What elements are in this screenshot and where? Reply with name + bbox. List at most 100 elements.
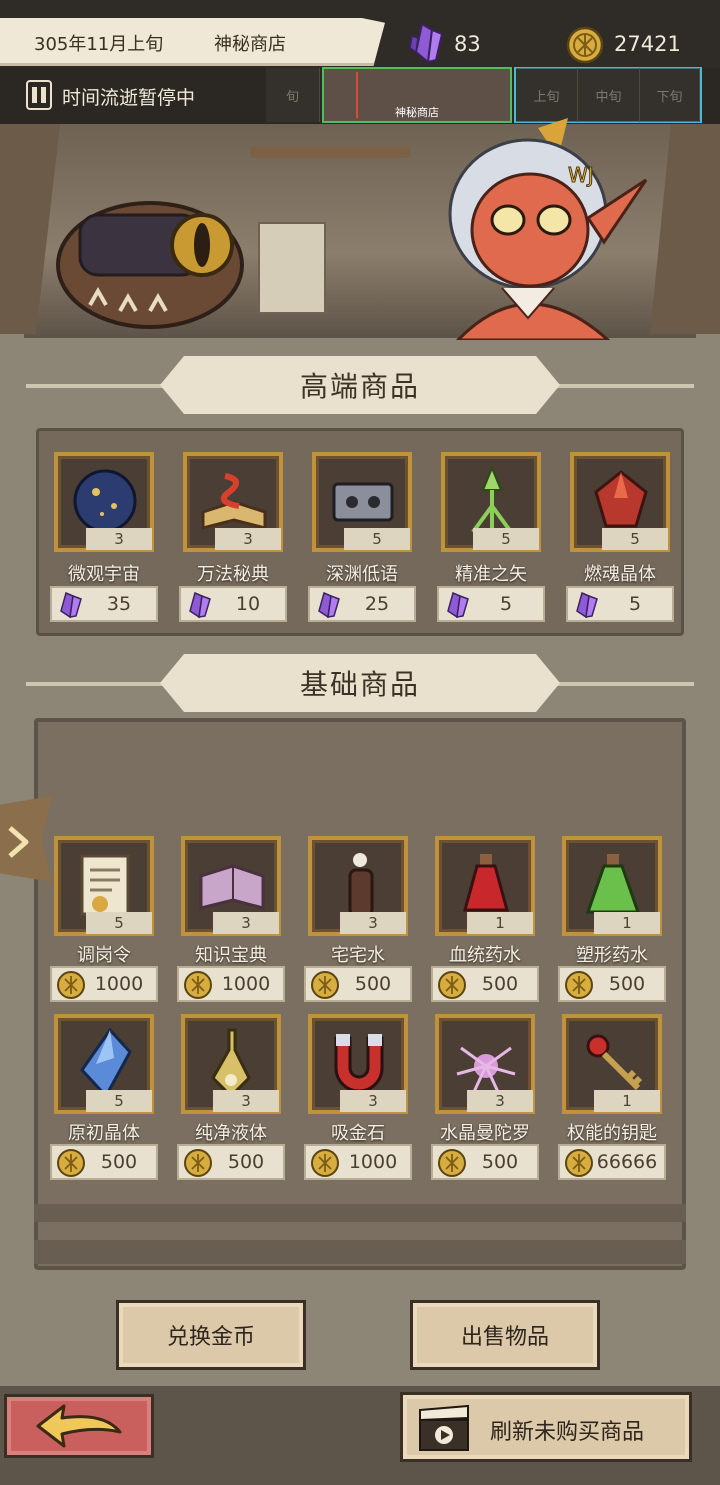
price-value: 66666	[596, 1151, 658, 1173]
exchange-coins-button[interactable]: 兑换金币	[116, 1300, 306, 1370]
item-name: 微观宇宙	[68, 564, 140, 585]
item-quantity: 3	[340, 912, 406, 934]
item-name: 知识宝典	[195, 945, 267, 966]
buy-price-button[interactable]: 10	[179, 586, 287, 622]
item-name: 原初晶体	[68, 1123, 140, 1144]
item-card[interactable]: 5	[54, 836, 154, 936]
purple-crystal-icon	[576, 591, 598, 619]
item-card[interactable]: 5	[54, 1014, 154, 1114]
item-name: 调岗令	[77, 945, 131, 966]
buy-price-button[interactable]: 500	[431, 966, 539, 1002]
item-card[interactable]: 3	[308, 1014, 408, 1114]
item-card[interactable]: 3	[181, 1014, 281, 1114]
timeline-period-late: 下旬	[640, 68, 700, 122]
back-arrow-icon[interactable]	[34, 1402, 124, 1450]
buy-price-button[interactable]: 500	[177, 1144, 285, 1180]
buy-price-button[interactable]: 25	[308, 586, 416, 622]
item-card[interactable]: 3	[435, 1014, 535, 1114]
item-card[interactable]: 3	[183, 452, 283, 552]
video-clapper-icon	[419, 1404, 469, 1451]
item-name: 深渊低语	[326, 564, 398, 585]
item-card[interactable]: 5	[441, 452, 541, 552]
price-value: 1000	[221, 973, 271, 995]
price-value: 10	[235, 593, 261, 615]
date-text: 305年11月上旬	[34, 34, 164, 55]
item-name: 吸金石	[331, 1123, 385, 1144]
purple-crystal-icon	[60, 591, 82, 619]
item-card[interactable]: 1	[562, 1014, 662, 1114]
buy-price-button[interactable]: 500	[50, 1144, 158, 1180]
shelf-rail	[34, 1204, 686, 1222]
item-name: 宅宅水	[331, 945, 385, 966]
gold-coin-icon	[566, 26, 604, 64]
item-quantity: 5	[473, 528, 539, 550]
item-quantity: 5	[344, 528, 410, 550]
gold-coin-icon	[565, 1149, 593, 1177]
pause-icon[interactable]	[26, 80, 52, 110]
item-quantity: 1	[594, 1090, 660, 1112]
buy-price-button[interactable]: 500	[304, 966, 412, 1002]
gold-coin-icon	[438, 1149, 466, 1177]
price-value: 500	[481, 973, 519, 995]
buy-price-button[interactable]: 1000	[304, 1144, 412, 1180]
item-card[interactable]: 3	[181, 836, 281, 936]
buy-price-button[interactable]: 35	[50, 586, 158, 622]
item-name: 塑形药水	[576, 945, 648, 966]
buy-price-button[interactable]: 1000	[50, 966, 158, 1002]
item-quantity: 5	[86, 1090, 152, 1112]
item-card[interactable]: 5	[312, 452, 412, 552]
item-quantity: 1	[467, 912, 533, 934]
price-value: 500	[481, 1151, 519, 1173]
buy-price-button[interactable]: 500	[558, 966, 666, 1002]
buy-price-button[interactable]: 500	[431, 1144, 539, 1180]
purple-crystal-icon	[318, 591, 340, 619]
notice-paper	[258, 222, 326, 314]
refresh-label: 刷新未购买商品	[490, 1420, 645, 1445]
shopkeeper-girl-illustration: WJ	[448, 118, 648, 340]
item-quantity: 3	[467, 1090, 533, 1112]
gold-coin-icon	[565, 971, 593, 999]
chevron-right-icon[interactable]	[4, 824, 32, 860]
buy-price-button[interactable]: 66666	[558, 1144, 666, 1180]
shop-name: 神秘商店	[214, 34, 286, 55]
purple-crystal-icon	[447, 591, 469, 619]
wall-shelf	[250, 146, 410, 158]
buy-price-button[interactable]: 1000	[177, 966, 285, 1002]
item-quantity: 5	[86, 912, 152, 934]
gold-coin-icon	[184, 971, 212, 999]
coin-count: 27421	[614, 32, 681, 56]
item-name: 纯净液体	[195, 1123, 267, 1144]
shelf-rail	[34, 1240, 686, 1264]
item-card[interactable]: 1	[435, 836, 535, 936]
purple-crystal-icon	[409, 22, 444, 64]
gold-coin-icon	[57, 1149, 85, 1177]
gold-coin-icon	[184, 1149, 212, 1177]
item-quantity: 3	[213, 912, 279, 934]
timeline-period-early: 上旬	[516, 68, 578, 122]
basic-section-title: 基础商品	[160, 654, 560, 712]
item-quantity: 1	[594, 912, 660, 934]
buy-price-button[interactable]: 5	[566, 586, 674, 622]
price-value: 1000	[94, 973, 144, 995]
price-value: 500	[608, 973, 646, 995]
svg-text:WJ: WJ	[568, 163, 594, 187]
price-value: 1000	[348, 1151, 398, 1173]
item-quantity: 3	[213, 1090, 279, 1112]
price-value: 500	[100, 1151, 138, 1173]
item-card[interactable]: 3	[54, 452, 154, 552]
item-quantity: 3	[340, 1090, 406, 1112]
item-quantity: 5	[602, 528, 668, 550]
time-status: 时间流逝暂停中	[62, 87, 196, 109]
buy-price-button[interactable]: 5	[437, 586, 545, 622]
price-value: 500	[227, 1151, 265, 1173]
sell-items-button[interactable]: 出售物品	[410, 1300, 600, 1370]
item-card[interactable]: 3	[308, 836, 408, 936]
timeline-period-mid: 中旬	[578, 68, 640, 122]
item-card[interactable]: 1	[562, 836, 662, 936]
price-value: 500	[354, 973, 392, 995]
item-card[interactable]: 5	[570, 452, 670, 552]
item-quantity: 3	[215, 528, 281, 550]
item-quantity: 3	[86, 528, 152, 550]
item-name: 血统药水	[449, 945, 521, 966]
price-value: 5	[499, 593, 513, 615]
